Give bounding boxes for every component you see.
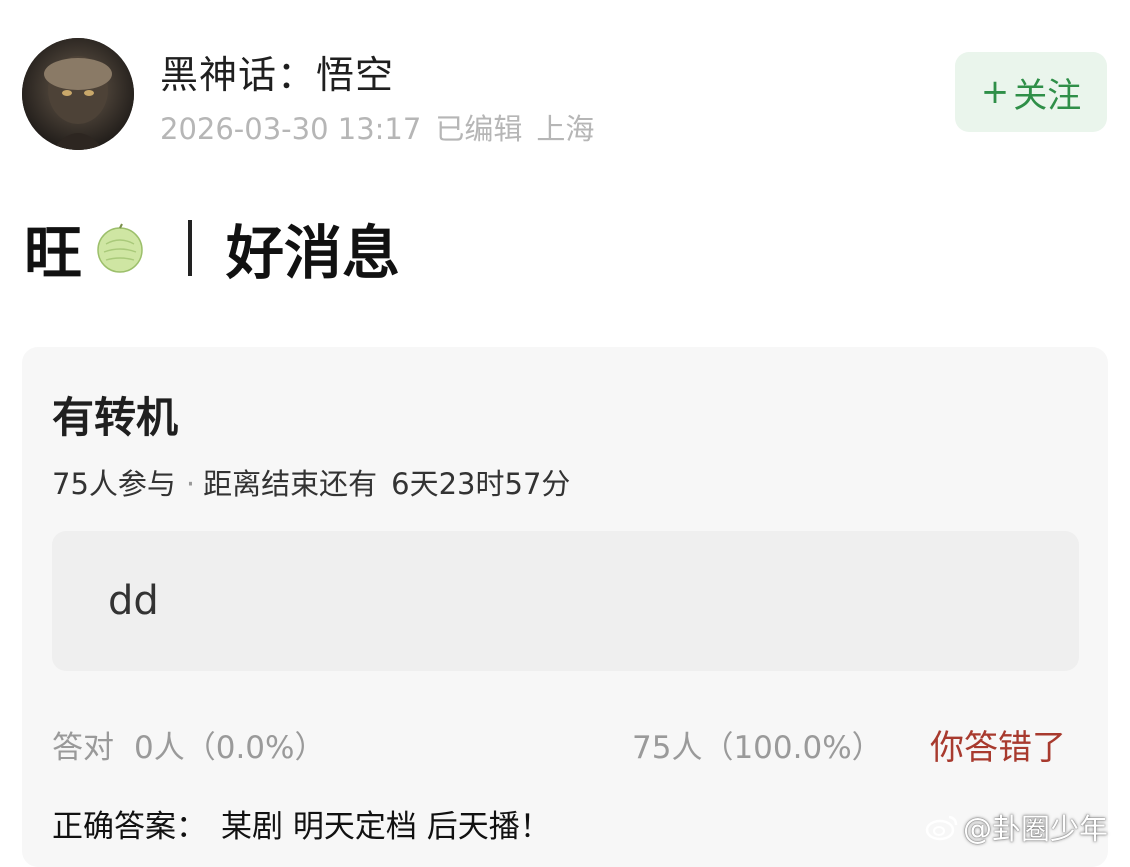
answer-text: 某剧 明天定档 后天播！ — [221, 809, 551, 845]
answer-label: 正确答案： — [52, 809, 207, 845]
post-meta: 2026-03-30 13:17 已编辑 上海 — [160, 106, 608, 148]
correct-stat: 答对 0人（0.0%） — [52, 722, 325, 767]
quiz-stats: 75人参与 · 距离结束还有 6天23时57分 — [52, 461, 570, 503]
wrong-count: 75人（100.0%） — [632, 730, 883, 766]
follow-button[interactable]: + 关注 — [955, 52, 1107, 132]
result-label: 你答错了 — [930, 728, 1066, 768]
follow-label: 关注 — [1013, 75, 1082, 116]
quiz-title: 有转机 — [52, 393, 179, 442]
post-title: 旺 好消息 — [24, 208, 400, 288]
correct-answer: 正确答案： 某剧 明天定档 后天播！ — [52, 801, 551, 846]
watermark: @卦圈少年 — [925, 806, 1108, 848]
countdown-value: 6天23时57分 — [391, 467, 571, 501]
post-date: 2026-03-30 13:17 — [160, 112, 422, 146]
participants-count: 75人参与 — [52, 467, 176, 501]
weibo-icon — [925, 815, 958, 841]
title-divider — [188, 220, 193, 276]
quiz-option[interactable] — [52, 531, 1079, 671]
post-location: 上海 — [536, 112, 595, 146]
edited-label: 已编辑 — [435, 112, 523, 146]
correct-count: 0人（0.0%） — [134, 730, 326, 766]
title-main: 好消息 — [226, 219, 401, 287]
title-prefix: 旺 — [24, 219, 83, 287]
watermark-text: @卦圈少年 — [963, 812, 1109, 846]
correct-label: 答对 — [52, 730, 114, 766]
plus-icon: + — [980, 72, 1010, 112]
quiz-option-text: dd — [108, 578, 159, 624]
countdown-label: 距离结束还有 — [203, 467, 378, 501]
melon-emoji-icon — [97, 223, 143, 273]
author-name[interactable]: 黑神话：悟空 — [160, 44, 394, 99]
avatar[interactable] — [22, 38, 134, 150]
stats-separator: · — [185, 467, 196, 501]
